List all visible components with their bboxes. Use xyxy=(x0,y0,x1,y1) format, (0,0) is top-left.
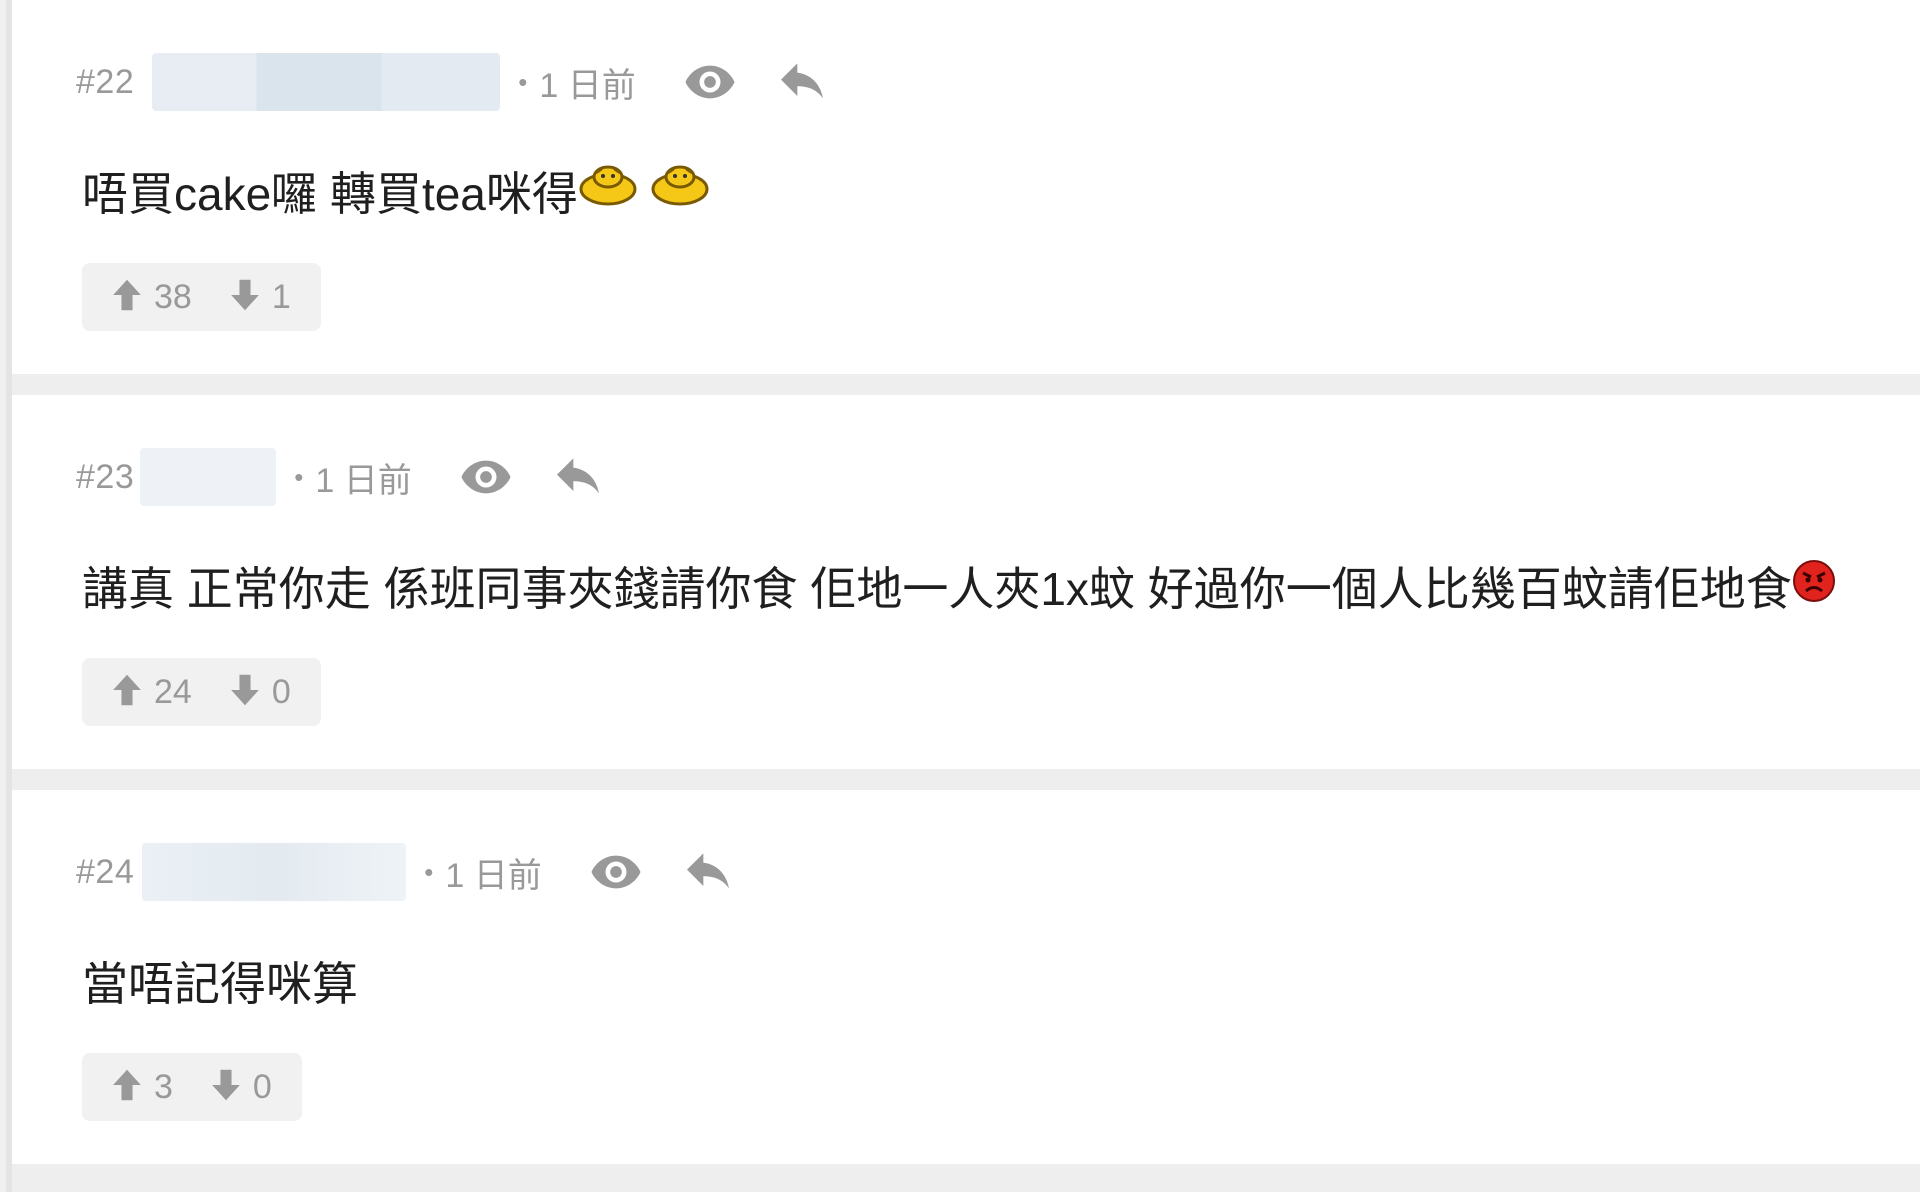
vote-box: 24 0 xyxy=(82,658,321,726)
downvote-button[interactable]: 0 xyxy=(209,1067,272,1108)
thumbs-down-icon xyxy=(228,277,262,318)
author-name-redacted[interactable] xyxy=(140,448,277,506)
meta-separator: • xyxy=(294,461,304,492)
post-number: #23 xyxy=(76,457,135,496)
thumbs-up-icon xyxy=(110,672,144,713)
upvote-count: 38 xyxy=(154,277,192,316)
thumbs-down-icon xyxy=(209,1067,243,1108)
thumbs-up-icon xyxy=(110,1067,144,1108)
downvote-button[interactable]: 0 xyxy=(228,672,291,713)
post-time: 1 日前 xyxy=(445,856,542,895)
author-name-redacted[interactable] xyxy=(142,843,407,901)
author-name-redacted[interactable] xyxy=(152,53,501,111)
downvote-count: 1 xyxy=(271,277,291,316)
thumbs-down-icon xyxy=(228,672,262,713)
post-text: 當唔記得咪算 xyxy=(82,958,358,1010)
post-number: #24 xyxy=(76,852,135,891)
angry-face-icon xyxy=(1792,559,1836,614)
reply-icon[interactable] xyxy=(680,844,736,900)
upvote-count: 3 xyxy=(154,1067,173,1106)
post-meta: #23 • 1 日前 xyxy=(76,447,606,507)
vote-box: 38 1 xyxy=(82,263,321,331)
post-meta: #24 • 1 日前 xyxy=(76,842,736,902)
reply-icon[interactable] xyxy=(774,54,830,110)
downvote-count: 0 xyxy=(271,672,291,711)
post-24: #24 • 1 日前 當唔記得咪算 3 0 xyxy=(12,790,1920,1164)
vote-box: 3 0 xyxy=(82,1053,302,1121)
upvote-button[interactable]: 38 xyxy=(110,277,192,318)
post-23: #23 • 1 日前 講真 正常你走 係班同事夾錢請你食 佢地一人夾1x蚊 好過… xyxy=(12,395,1920,769)
upvote-button[interactable]: 24 xyxy=(110,672,192,713)
post-content: 當唔記得咪算 xyxy=(82,948,358,1014)
duck-icon xyxy=(578,163,638,220)
upvote-count: 24 xyxy=(154,672,192,711)
downvote-count: 0 xyxy=(252,1067,272,1106)
eye-icon[interactable] xyxy=(458,449,514,505)
post-meta: #22 • 1 日前 xyxy=(76,52,830,112)
upvote-button[interactable]: 3 xyxy=(110,1067,173,1108)
meta-separator: • xyxy=(518,66,528,97)
meta-separator: • xyxy=(424,856,434,887)
eye-icon[interactable] xyxy=(682,54,738,110)
post-content: 唔買cake囉 轉買tea咪得 xyxy=(82,158,710,224)
thumbs-up-icon xyxy=(110,277,144,318)
reply-icon[interactable] xyxy=(550,449,606,505)
post-22: #22 • 1 日前 唔買cake囉 轉買tea咪得 38 1 xyxy=(12,0,1920,374)
eye-icon[interactable] xyxy=(588,844,644,900)
downvote-button[interactable]: 1 xyxy=(228,277,291,318)
post-time: 1 日前 xyxy=(315,461,412,500)
post-time: 1 日前 xyxy=(539,66,636,105)
post-number: #22 xyxy=(76,62,135,101)
post-text: 講真 正常你走 係班同事夾錢請你食 佢地一人夾1x蚊 好過你一個人比幾百蚊請佢地… xyxy=(82,563,1792,615)
post-text: 唔買cake囉 轉買tea咪得 xyxy=(82,168,578,220)
duck-icon xyxy=(650,163,710,220)
thread-list: #22 • 1 日前 唔買cake囉 轉買tea咪得 38 1 #23 • 1 … xyxy=(6,0,1920,1192)
post-content: 講真 正常你走 係班同事夾錢請你食 佢地一人夾1x蚊 好過你一個人比幾百蚊請佢地… xyxy=(82,553,1836,619)
